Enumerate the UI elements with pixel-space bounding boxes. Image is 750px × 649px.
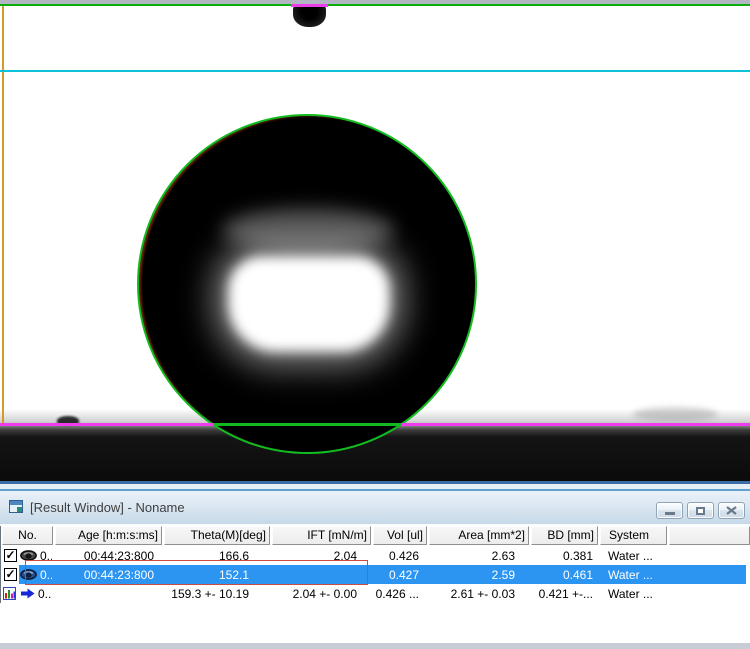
horizontal-guide-line (0, 70, 750, 72)
cell-bd: 0.461 (530, 568, 597, 582)
result-window-icon[interactable] (9, 500, 23, 513)
row-number: 0... (38, 587, 52, 601)
droplet-upper-glow (222, 208, 394, 252)
cell-bd: 0.421 +-... (530, 587, 597, 601)
row-checkbox[interactable]: ✓ (4, 568, 17, 581)
arrow-right-icon (21, 588, 35, 599)
cell-system: Water ... (599, 549, 666, 563)
result-window-titlebar[interactable]: [Result Window] - Noname (0, 491, 750, 524)
cell-ift: 2.04 +- 0.00 (271, 587, 370, 601)
column-header-no[interactable]: No. (2, 526, 53, 545)
surface-debris (633, 407, 718, 421)
close-icon (726, 506, 737, 515)
column-header-vol[interactable]: Vol [ul] (373, 526, 427, 545)
column-header-system[interactable]: System (600, 526, 667, 545)
row-id-cell: 0... (1, 584, 52, 603)
droplet-reflection (228, 256, 390, 352)
needle-tip (293, 6, 326, 27)
top-reference-line (0, 4, 750, 6)
cell-area: 2.61 +- 0.03 (428, 587, 528, 601)
cell-system: Water ... (599, 587, 666, 601)
column-header-ift[interactable]: IFT [mN/m] (272, 526, 371, 545)
contact-chord-line (214, 423, 401, 426)
column-header-theta[interactable]: Theta(M)[deg] (164, 526, 270, 545)
app-root: [Result Window] - Noname No. Age [h: (0, 0, 750, 649)
table-header: No. Age [h:m:s:ms] Theta(M)[deg] IFT [mN… (1, 526, 750, 545)
cell-vol: 0.426 ... (372, 587, 426, 601)
row-checkbox[interactable]: ✓ (4, 549, 17, 562)
restore-button[interactable] (687, 502, 714, 519)
cell-vol: 0.426 (372, 549, 426, 563)
column-header-bd[interactable]: BD [mm] (531, 526, 598, 545)
cell-area: 2.59 (428, 568, 528, 582)
needle-top-marker (291, 4, 328, 7)
cell-vol: 0.427 (372, 568, 426, 582)
window-controls (656, 502, 745, 519)
table-row-statistics[interactable]: 0... 159.3 +- 10.19 2.04 +- 0.00 0.426 .… (1, 584, 750, 603)
window-bottom-edge (0, 643, 750, 649)
bar-chart-icon (3, 587, 16, 600)
column-header-age[interactable]: Age [h:m:s:ms] (55, 526, 162, 545)
close-button[interactable] (718, 502, 745, 519)
result-window: [Result Window] - Noname No. Age [h: (0, 489, 750, 649)
cell-bd: 0.381 (530, 549, 597, 563)
highlight-annotation-rect (25, 560, 368, 585)
minimize-icon (665, 512, 675, 515)
minimize-button[interactable] (656, 502, 683, 519)
column-header-empty[interactable] (669, 526, 750, 545)
restore-icon (696, 507, 705, 515)
cell-system: Water ... (599, 568, 666, 582)
camera-view (0, 0, 750, 481)
droplet-with-fit-circle (137, 114, 477, 454)
cell-area: 2.63 (428, 549, 528, 563)
left-edge-line (2, 6, 4, 425)
cell-theta: 159.3 +- 10.19 (163, 587, 269, 601)
result-window-title: [Result Window] - Noname (30, 500, 185, 515)
column-header-area[interactable]: Area [mm*2] (429, 526, 529, 545)
